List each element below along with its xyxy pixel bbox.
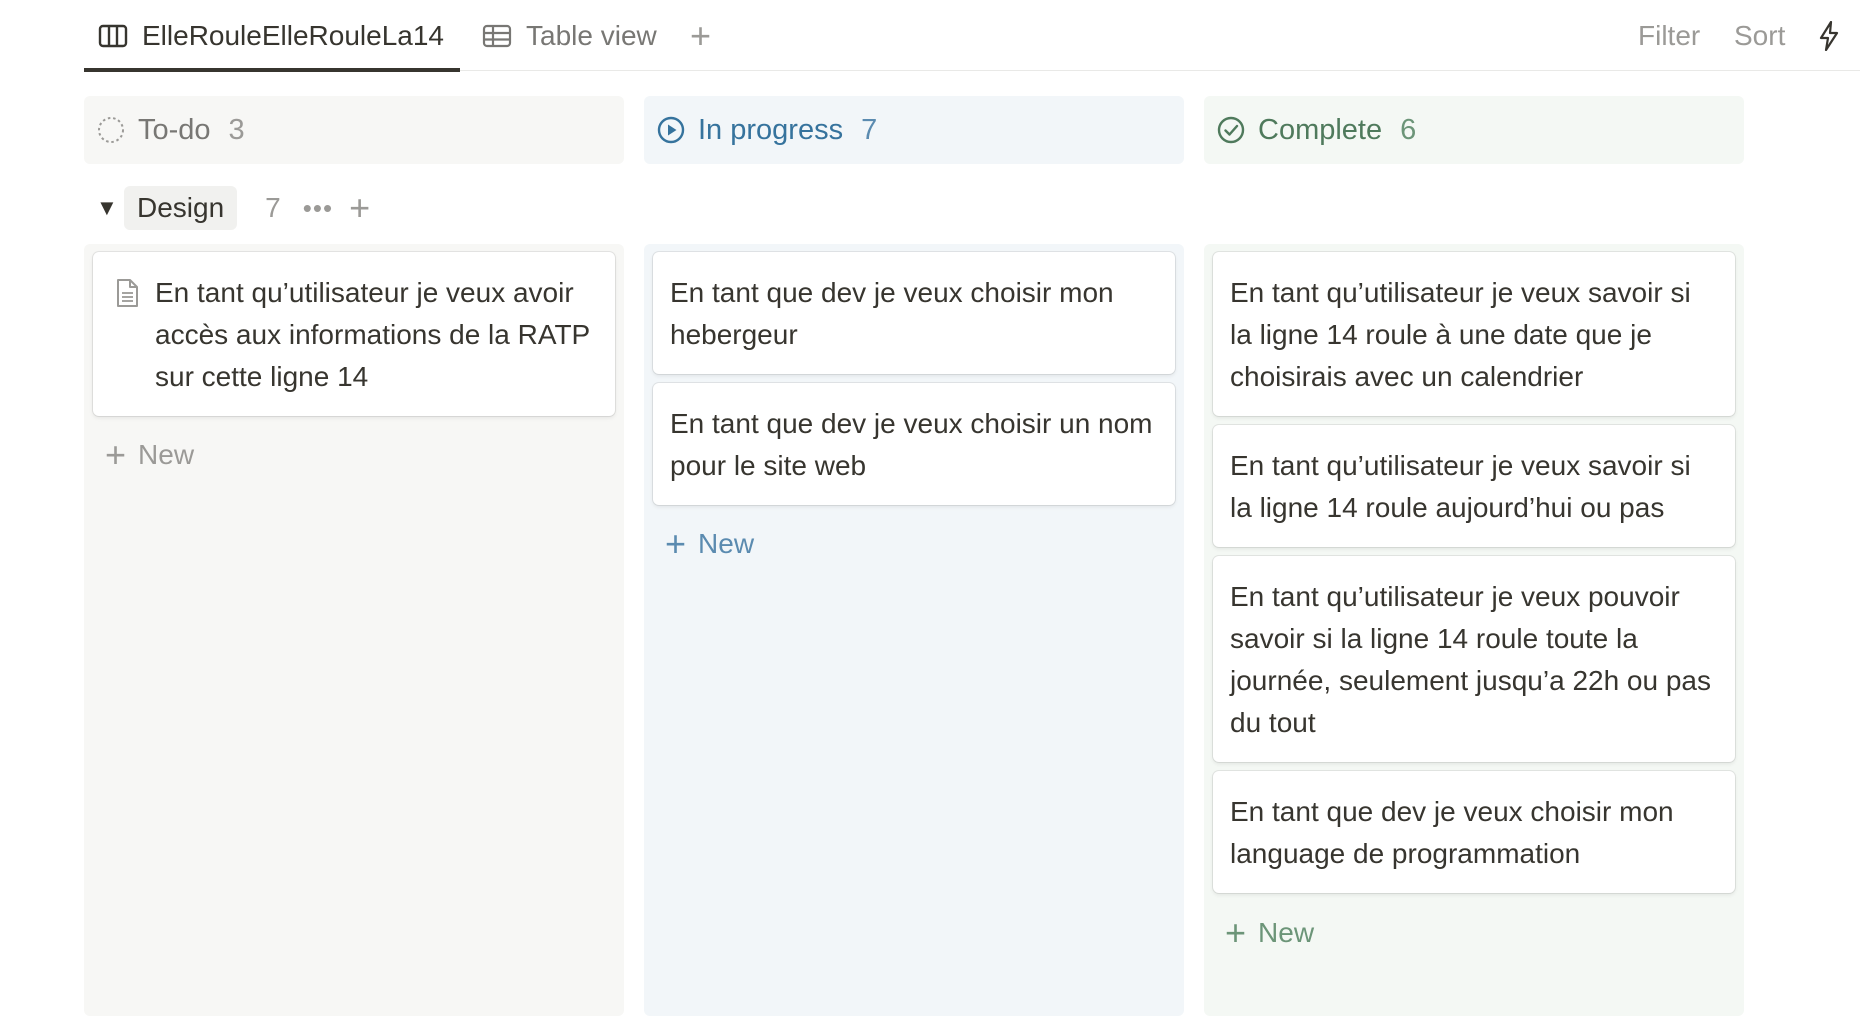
column-body-todo: En tant qu’utilisateur je veux avoir acc…: [84, 244, 624, 1016]
card-title: En tant que dev je veux choisir mon hebe…: [670, 277, 1114, 350]
new-label: New: [138, 439, 195, 470]
column-title: In progress: [698, 113, 844, 146]
plus-icon: +: [665, 523, 687, 564]
card-title: En tant qu’utilisateur je veux savoir si…: [1230, 277, 1691, 392]
play-circle-icon: [656, 115, 686, 145]
new-card-button[interactable]: + New: [653, 514, 1175, 574]
column-header-in-progress[interactable]: In progress 7: [644, 96, 1184, 164]
group-add-button[interactable]: +: [349, 187, 370, 229]
card[interactable]: En tant qu’utilisateur je veux savoir si…: [1213, 252, 1735, 416]
new-card-button[interactable]: + New: [93, 425, 615, 485]
plus-icon: +: [105, 434, 127, 475]
column-count: 6: [1400, 113, 1417, 146]
more-options-icon[interactable]: •••: [303, 193, 333, 224]
tab-table-view[interactable]: Table view: [482, 0, 657, 71]
card[interactable]: En tant qu’utilisateur je veux savoir si…: [1213, 425, 1735, 547]
table-icon: [482, 23, 512, 49]
column-title: Complete: [1258, 113, 1383, 146]
tab-table-label: Table view: [526, 19, 657, 51]
card-title: En tant qu’utilisateur je veux savoir si…: [1230, 450, 1691, 523]
new-card-button[interactable]: + New: [1213, 903, 1735, 963]
new-label: New: [1258, 917, 1315, 948]
check-circle-icon: [1216, 115, 1246, 145]
view-tabs-bar: ElleRouleElleRouleLa14 Table view + Filt…: [84, 0, 1860, 72]
new-label: New: [698, 528, 755, 559]
card[interactable]: En tant qu’utilisateur je veux pouvoir s…: [1213, 556, 1735, 762]
card-title: En tant que dev je veux choisir un nom p…: [670, 408, 1153, 481]
group-count: 7: [265, 192, 281, 223]
column-header-complete[interactable]: Complete 6: [1204, 96, 1744, 164]
group-header-design: ▼ Design 7 ••• +: [84, 186, 370, 230]
column-body-complete: En tant qu’utilisateur je veux savoir si…: [1204, 244, 1744, 1016]
column-body-in-progress: En tant que dev je veux choisir mon hebe…: [644, 244, 1184, 1016]
plus-icon: +: [1225, 912, 1247, 953]
card-title: En tant qu’utilisateur je veux pouvoir s…: [1230, 581, 1712, 738]
sort-button[interactable]: Sort: [1734, 0, 1785, 71]
tab-board-label: ElleRouleElleRouleLa14: [142, 19, 444, 51]
board-icon: [98, 23, 128, 49]
dashed-circle-icon: [96, 115, 126, 145]
card[interactable]: En tant que dev je veux choisir mon lang…: [1213, 771, 1735, 893]
column-count: 3: [228, 113, 245, 146]
card[interactable]: En tant que dev je veux choisir mon hebe…: [653, 252, 1175, 374]
lightning-icon[interactable]: [1818, 0, 1840, 71]
card[interactable]: En tant qu’utilisateur je veux avoir acc…: [93, 252, 615, 416]
column-header-todo[interactable]: To-do 3: [84, 96, 624, 164]
document-icon: [115, 278, 139, 398]
tab-board-view[interactable]: ElleRouleElleRouleLa14: [84, 0, 460, 72]
column-title: To-do: [138, 113, 211, 146]
card-title: En tant que dev je veux choisir mon lang…: [1230, 796, 1674, 869]
group-name[interactable]: Design: [124, 186, 238, 230]
card[interactable]: En tant que dev je veux choisir un nom p…: [653, 383, 1175, 505]
filter-button[interactable]: Filter: [1638, 0, 1700, 71]
column-count: 7: [861, 113, 878, 146]
add-view-button[interactable]: +: [690, 0, 711, 71]
caret-down-icon[interactable]: ▼: [84, 195, 124, 221]
card-title: En tant qu’utilisateur je veux avoir acc…: [155, 277, 590, 392]
